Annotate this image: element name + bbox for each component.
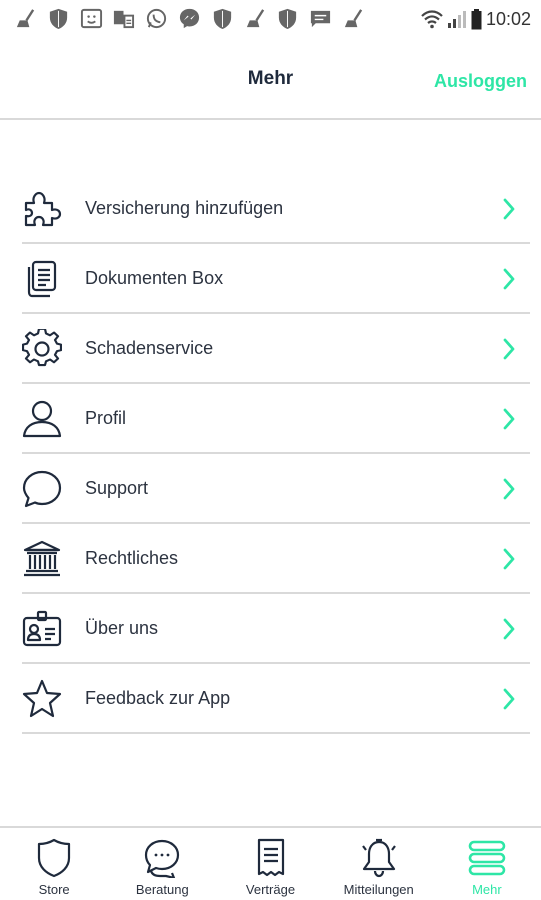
logout-button[interactable]: Ausloggen [434, 71, 527, 92]
bell-icon [359, 838, 399, 878]
broom-icon [14, 7, 37, 30]
menu-item-label: Feedback zur App [85, 688, 231, 708]
document-icon [251, 838, 291, 878]
tab-label: Store [38, 882, 70, 897]
chevron-right-icon [502, 268, 516, 290]
menu-item-about-us[interactable]: Über uns [22, 594, 530, 664]
puzzle-icon [22, 189, 62, 229]
notification-icons [14, 7, 375, 30]
chevron-right-icon [502, 198, 516, 220]
tab-beratung[interactable]: Beratung [108, 828, 216, 900]
sync-icon [112, 7, 135, 30]
signal-icon [447, 9, 467, 29]
menu-item-label: Über uns [85, 618, 159, 638]
message-icon [309, 7, 332, 30]
smiley-box-icon [80, 7, 103, 30]
menu-stack-icon [467, 838, 507, 878]
menu-item-label: Versicherung hinzufügen [85, 198, 284, 218]
broom-icon [244, 7, 267, 30]
tab-mitteilungen[interactable]: Mitteilungen [325, 828, 433, 900]
status-right: 10:02 [420, 7, 531, 31]
id-card-icon [22, 609, 62, 649]
menu-item-add-insurance[interactable]: Versicherung hinzufügen [22, 174, 530, 244]
menu-list: Versicherung hinzufügen Dokumenten Box S… [22, 174, 530, 734]
menu-item-profile[interactable]: Profil [22, 384, 530, 454]
menu-item-claims-service[interactable]: Schadenservice [22, 314, 530, 384]
menu-item-label: Rechtliches [85, 548, 179, 568]
menu-item-label: Dokumenten Box [85, 268, 224, 288]
tab-mehr[interactable]: Mehr [433, 828, 541, 900]
menu-item-label: Schadenservice [85, 338, 214, 358]
chevron-right-icon [502, 618, 516, 640]
chevron-right-icon [502, 338, 516, 360]
documents-icon [22, 259, 62, 299]
chevron-right-icon [502, 478, 516, 500]
wifi-icon [420, 9, 444, 29]
whatsapp-icon [145, 7, 168, 30]
shield-icon [276, 7, 299, 30]
tab-label: Mehr [472, 882, 502, 897]
menu-item-feedback[interactable]: Feedback zur App [22, 664, 530, 734]
tab-vertraege[interactable]: Verträge [216, 828, 324, 900]
messenger-icon [178, 7, 201, 30]
shield-icon [34, 838, 74, 878]
screen: 10:02 Mehr Ausloggen Versicherung hinzuf… [0, 0, 541, 900]
chevron-right-icon [502, 548, 516, 570]
clock-time: 10:02 [485, 8, 531, 29]
courthouse-icon [22, 539, 62, 579]
bottom-tab-bar: Store Beratung Verträge Mitteilungen Meh… [0, 826, 541, 900]
broom-icon [342, 7, 365, 30]
battery-icon [471, 8, 482, 30]
gear-icon [22, 329, 62, 369]
shield-icon [47, 7, 70, 30]
chat-bubble-icon [22, 469, 62, 509]
chat-bubbles-icon [142, 838, 182, 878]
menu-item-support[interactable]: Support [22, 454, 530, 524]
menu-item-label: Profil [85, 408, 127, 428]
star-icon [22, 679, 62, 719]
menu-item-document-box[interactable]: Dokumenten Box [22, 244, 530, 314]
chevron-right-icon [502, 408, 516, 430]
tab-store[interactable]: Store [0, 828, 108, 900]
tab-label: Verträge [245, 882, 296, 897]
menu-item-label: Support [85, 478, 149, 498]
person-icon [22, 399, 62, 439]
header: Mehr Ausloggen [0, 38, 541, 120]
chevron-right-icon [502, 688, 516, 710]
tab-label: Beratung [135, 882, 189, 897]
status-bar: 10:02 [0, 0, 541, 38]
menu-item-legal[interactable]: Rechtliches [22, 524, 530, 594]
tab-label: Mitteilungen [343, 882, 414, 897]
shield-icon [211, 7, 234, 30]
